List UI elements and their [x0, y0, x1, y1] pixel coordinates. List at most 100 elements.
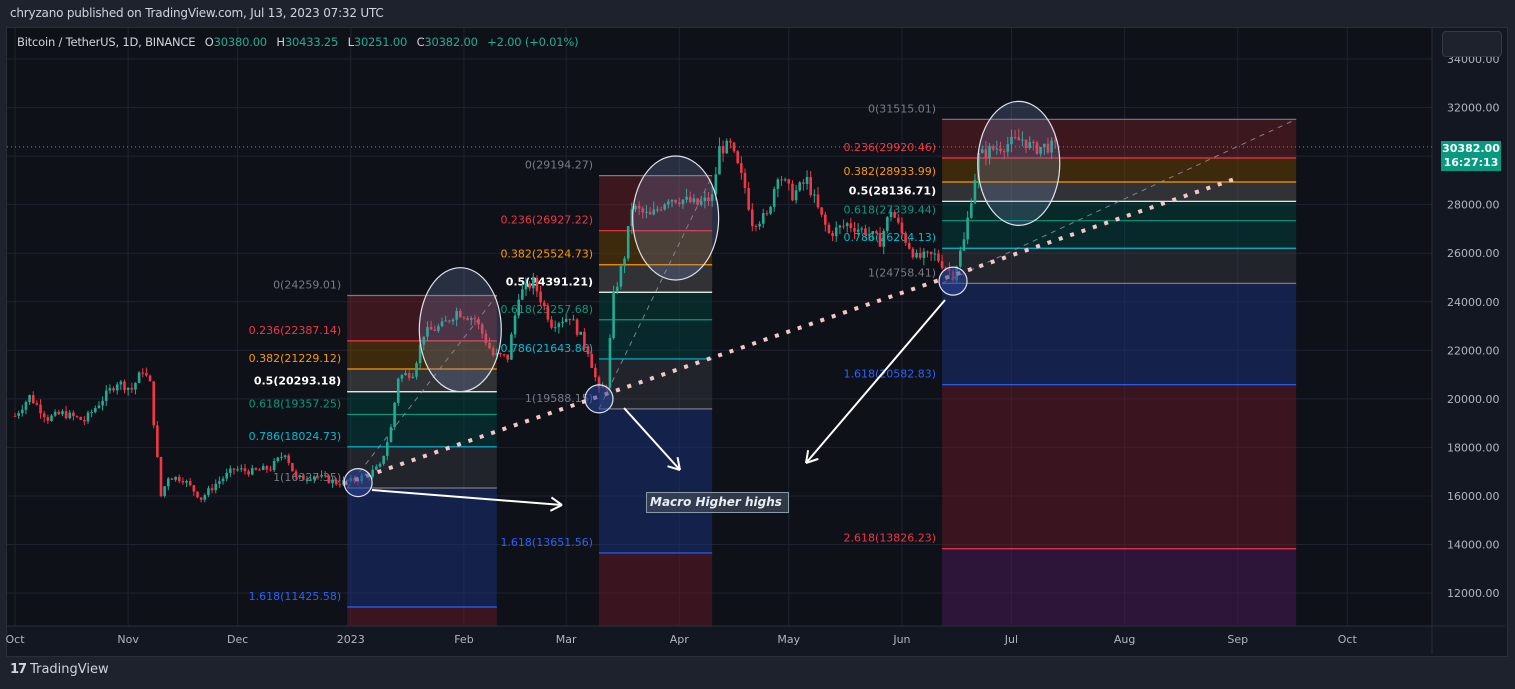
candle-body	[791, 183, 794, 201]
consolidation-ellipse	[418, 267, 502, 393]
fib-level-label: 0.786(26204.13)	[844, 231, 937, 244]
candle-body	[918, 252, 922, 258]
fib-level-label: 1(24758.41)	[868, 266, 936, 279]
candle-body	[323, 474, 327, 476]
fib-band-1	[942, 283, 1297, 385]
candle-body	[75, 416, 79, 418]
fib-level-label: 0.5(20293.18)	[254, 375, 341, 388]
candle-body	[305, 479, 309, 481]
candle-body	[904, 233, 907, 243]
candle-body	[740, 163, 743, 173]
candle-body	[90, 411, 93, 413]
candle-body	[221, 478, 225, 482]
candle-body	[561, 321, 564, 324]
fib-band-0.5	[347, 391, 497, 415]
footer-brand[interactable]: 17 TradingView	[10, 662, 109, 677]
candle-body	[298, 475, 301, 478]
candle-body	[550, 319, 553, 328]
candle-body	[393, 402, 396, 428]
candle-body	[772, 188, 776, 207]
macro-higher-highs-note[interactable]: Macro Higher highs	[646, 492, 789, 513]
x-tick-label: Apr	[670, 633, 690, 646]
candle-body	[214, 483, 218, 491]
chart-settings-button[interactable]	[1442, 31, 1502, 57]
candle-body	[889, 212, 893, 217]
candle-body	[929, 251, 933, 255]
candle-body	[535, 277, 539, 292]
candle-body	[331, 479, 334, 484]
candle-body	[761, 213, 765, 224]
candle-body	[232, 468, 236, 470]
candle-body	[283, 455, 287, 457]
fib-band-0.5	[599, 292, 713, 320]
candle-body	[794, 190, 798, 201]
candle-body	[119, 381, 123, 385]
fib-level-label: 1.618(11425.58)	[249, 590, 342, 603]
y-tick-label: 18000.00	[1447, 441, 1500, 454]
candle-body	[853, 227, 856, 232]
consolidation-ellipse	[632, 155, 720, 281]
candle-body	[499, 353, 502, 355]
candle-body	[258, 469, 261, 471]
pivot-circle	[343, 467, 373, 498]
candle-body	[276, 457, 280, 462]
candle-body	[389, 427, 393, 443]
candle-body	[39, 404, 42, 414]
candle-body	[196, 491, 199, 498]
candle-body	[575, 319, 579, 335]
candle-body	[396, 378, 400, 403]
y-tick-label: 12000.00	[1447, 587, 1500, 600]
candle-body	[827, 224, 831, 233]
last-price-tag: 30382.00 16:27:13	[1441, 141, 1501, 171]
candle-body	[207, 488, 210, 496]
fib-level-label: 1.618(13651.56)	[500, 536, 593, 549]
candle-body	[513, 315, 517, 335]
candle-body	[798, 182, 802, 191]
candle-body	[24, 402, 28, 410]
candle-body	[261, 466, 265, 471]
candle-body	[108, 388, 112, 391]
candle-body	[375, 466, 378, 470]
y-tick-label: 32000.00	[1447, 102, 1500, 115]
candle-body	[83, 419, 86, 422]
fib-level-label: 2.618(13826.23)	[844, 532, 937, 545]
x-tick-label: Jul	[1004, 633, 1018, 646]
x-tick-label: Dec	[227, 633, 248, 646]
candle-body	[546, 306, 550, 320]
pivot-circle	[938, 266, 968, 296]
candle-body	[619, 266, 623, 287]
candle-body	[159, 457, 163, 496]
fib-band-1.618	[599, 552, 713, 626]
candle-body	[590, 353, 593, 368]
price-chart[interactable]: 34000.0032000.0030000.0028000.0026000.00…	[0, 0, 1515, 689]
candle-body	[539, 291, 542, 303]
candle-body	[542, 302, 546, 307]
candle-body	[115, 384, 119, 391]
candle-body	[780, 179, 783, 181]
candle-body	[787, 179, 791, 184]
candle-body	[167, 478, 170, 487]
fib-level-label: 0.5(28136.71)	[849, 184, 936, 197]
ohlc-open: O30380.00	[204, 35, 267, 49]
bar-countdown: 16:27:13	[1443, 156, 1499, 169]
candle-body	[145, 372, 148, 376]
candle-body	[532, 277, 535, 289]
candle-body	[783, 179, 787, 181]
candle-body	[922, 251, 926, 258]
candle-body	[104, 390, 108, 401]
candle-body	[510, 334, 513, 360]
candle-body	[188, 481, 192, 486]
candle-body	[72, 412, 75, 417]
candle-body	[407, 373, 411, 378]
x-tick-label: Sep	[1227, 633, 1248, 646]
candle-body	[502, 354, 506, 356]
candle-body	[50, 415, 53, 421]
candle-body	[17, 413, 20, 416]
candle-body	[210, 488, 214, 491]
candle-body	[46, 417, 50, 421]
candle-body	[265, 466, 269, 470]
candle-body	[294, 471, 298, 478]
candle-body	[28, 395, 31, 403]
x-tick-label: Nov	[117, 633, 139, 646]
candle-body	[174, 476, 177, 480]
